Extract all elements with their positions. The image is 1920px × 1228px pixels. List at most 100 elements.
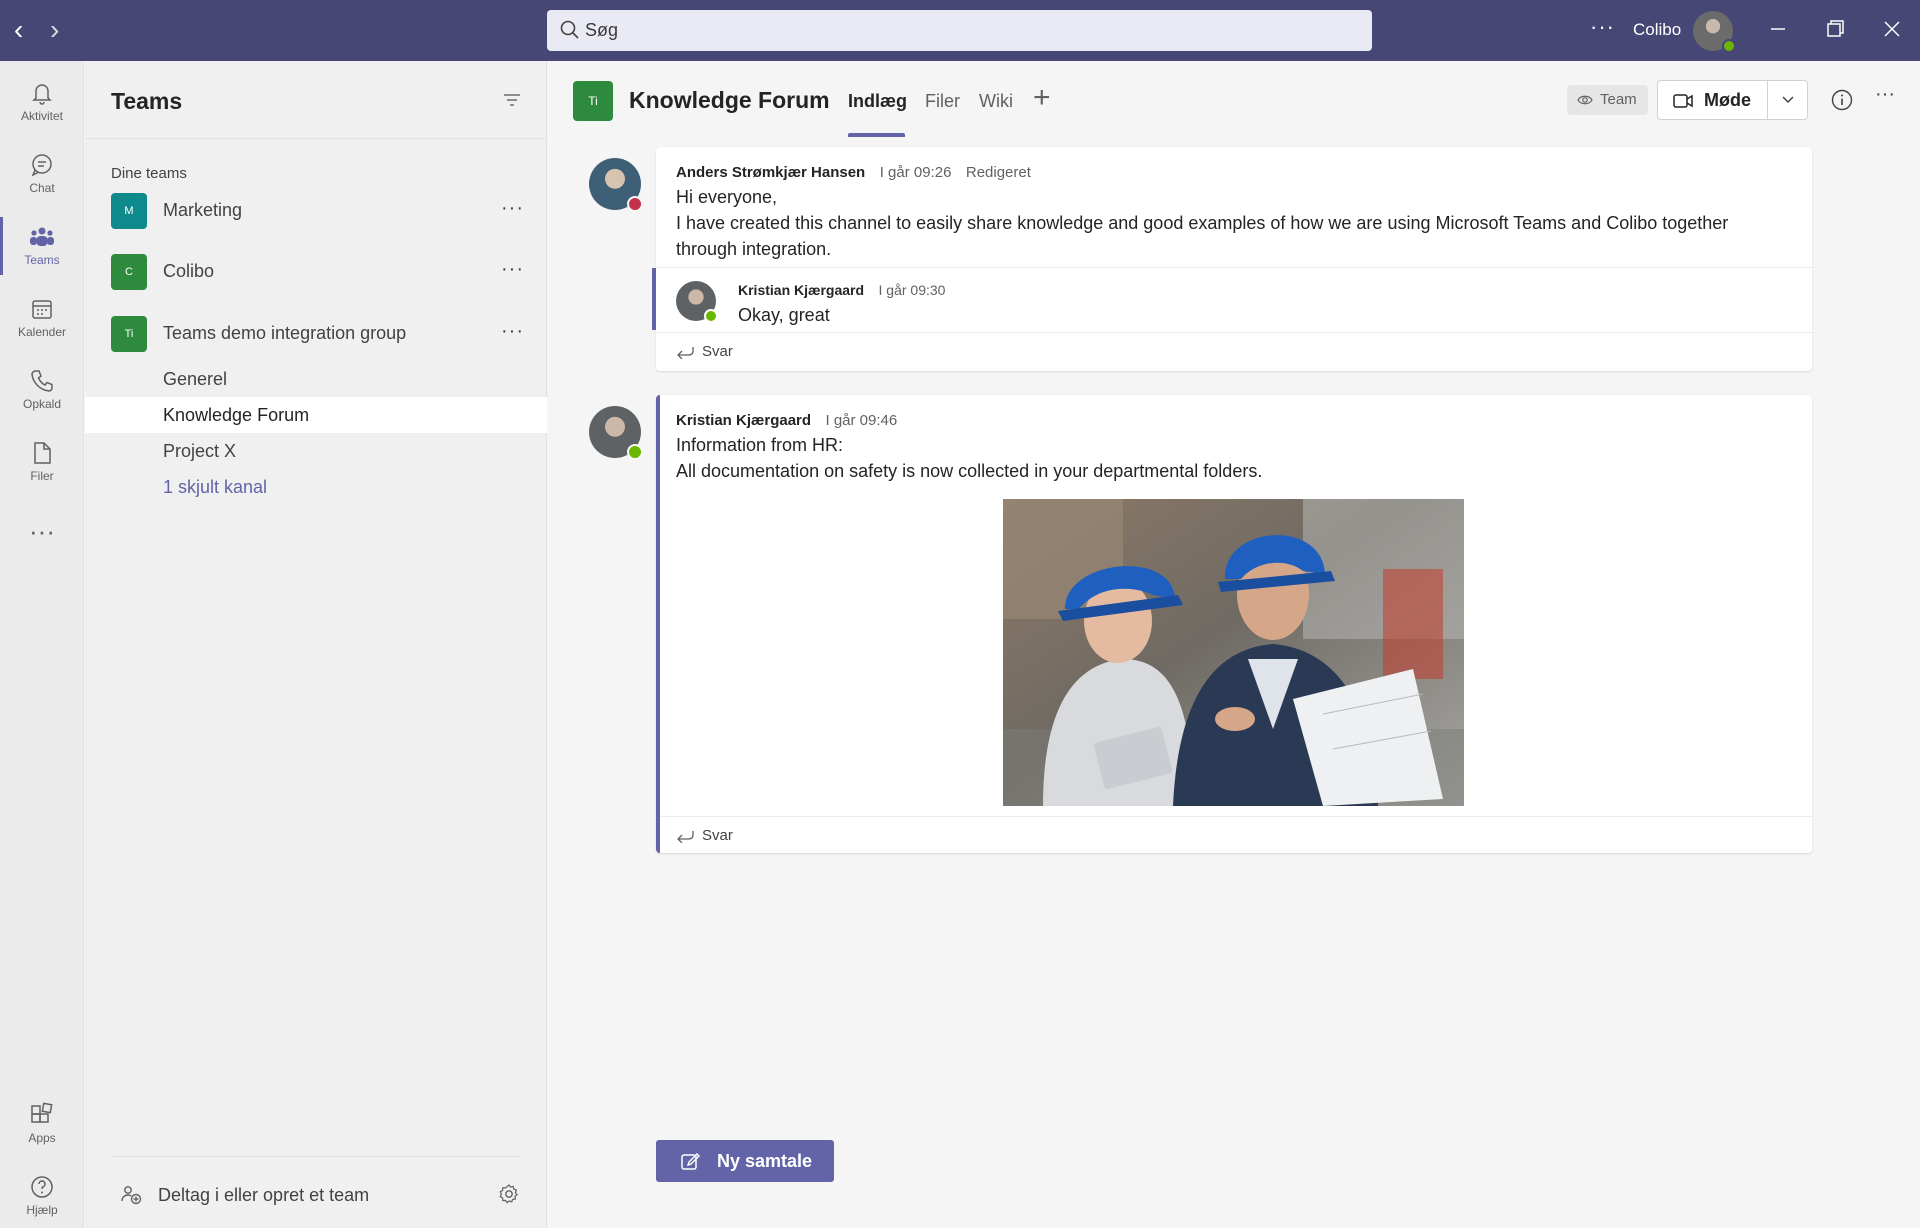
phone-icon (31, 370, 53, 392)
team-item-marketing[interactable]: M Marketing ··· (85, 185, 547, 237)
reply-arrow-icon (677, 831, 694, 844)
divider (660, 816, 1812, 817)
reply-author[interactable]: Kristian Kjærgaard (738, 282, 864, 298)
gear-icon[interactable] (497, 1182, 521, 1206)
rail-item-help[interactable]: Hjælp (0, 1163, 84, 1228)
forward-arrow-icon[interactable]: › (50, 14, 59, 46)
close-icon[interactable] (1877, 14, 1907, 44)
reply-button[interactable]: Svar (676, 827, 733, 844)
new-conversation-label: Ny samtale (717, 1151, 813, 1171)
avatar[interactable] (1693, 11, 1736, 53)
message-thread: Kristian Kjærgaard I går 09:46 Informati… (656, 395, 1812, 853)
hidden-channels-link[interactable]: 1 skjult kanal (85, 469, 547, 505)
divider (656, 267, 1812, 268)
channel-name: Generel (163, 369, 228, 389)
tab-posts[interactable]: Indlæg (848, 91, 907, 112)
message-line: I have created this channel to easily sh… (676, 213, 1729, 259)
teams-pane: Teams Dine teams M Marketing ··· C Colib… (85, 61, 547, 1228)
team-avatar: C (111, 254, 147, 290)
meet-dropdown-button[interactable] (1767, 80, 1808, 120)
message-timestamp: I går 09:46 (825, 412, 898, 429)
rail-item-teams[interactable]: Teams (0, 213, 84, 279)
more-options-icon[interactable]: ··· (501, 197, 524, 220)
join-or-create-team-button[interactable]: Deltag i eller opret et team (85, 1172, 547, 1216)
tab-wiki[interactable]: Wiki (979, 91, 1013, 112)
message-body: Information from HR: All documentation o… (676, 432, 1791, 484)
message-header: Anders Strømkjær Hansen I går 09:26 Redi… (676, 164, 1031, 182)
rail-label: Filer (30, 469, 54, 483)
search-icon (560, 20, 579, 39)
status-busy-icon (627, 196, 643, 212)
chat-icon (31, 154, 52, 177)
divider (111, 1156, 521, 1157)
reply-button[interactable]: Svar (676, 343, 733, 360)
divider (85, 138, 547, 139)
meet-button[interactable]: Møde (1657, 80, 1768, 120)
rail-item-chat[interactable]: Chat (0, 141, 84, 207)
more-options-icon[interactable]: ··· (501, 258, 524, 281)
more-apps-icon[interactable]: ··· (0, 516, 84, 547)
status-available-icon (1722, 39, 1736, 53)
file-icon (34, 442, 51, 464)
search-placeholder: Søg (585, 20, 619, 40)
team-name: Marketing (163, 200, 243, 220)
channel-name: 1 skjult kanal (163, 477, 268, 497)
avatar[interactable] (589, 406, 643, 460)
back-arrow-icon[interactable]: ‹ (14, 14, 23, 46)
rail-item-apps[interactable]: Apps (0, 1091, 84, 1157)
status-available-icon (704, 309, 718, 323)
team-item-demo-integration[interactable]: Ti Teams demo integration group ··· (85, 308, 547, 360)
message-author[interactable]: Anders Strømkjær Hansen (676, 164, 865, 181)
team-visibility-badge[interactable]: Team (1567, 85, 1648, 115)
channel-item-generel[interactable]: Generel (85, 361, 547, 397)
channel-item-project-x[interactable]: Project X (85, 433, 547, 469)
team-badge-label: Team (1600, 91, 1637, 108)
rail-label: Opkald (22, 397, 62, 411)
restore-icon[interactable] (1820, 14, 1850, 44)
reply-timestamp: I går 09:30 (878, 282, 946, 298)
avatar[interactable] (589, 158, 643, 212)
reply-accent-bar (652, 268, 656, 330)
rail-item-files[interactable]: Filer (0, 429, 84, 495)
new-conversation-button[interactable]: Ny samtale (656, 1140, 834, 1182)
message-header: Kristian Kjærgaard I går 09:46 (676, 412, 897, 430)
reply-arrow-icon (677, 347, 694, 360)
edited-label: Redigeret (965, 164, 1031, 181)
pane-title: Teams (111, 88, 183, 114)
chevron-down-icon (1782, 96, 1794, 104)
meet-label: Møde (1704, 90, 1751, 110)
calendar-icon (32, 300, 52, 319)
add-tab-icon[interactable]: + (1033, 81, 1051, 115)
channel-item-knowledge-forum[interactable]: Knowledge Forum (85, 397, 547, 433)
reply-label: Svar (702, 827, 733, 844)
tab-files[interactable]: Filer (925, 91, 960, 112)
rail-label: Apps (28, 1131, 56, 1145)
more-options-icon[interactable]: ··· (1875, 83, 1895, 106)
team-item-colibo[interactable]: C Colibo ··· (85, 246, 547, 298)
eye-icon (1577, 95, 1593, 105)
page-title: Knowledge Forum (629, 87, 830, 113)
reply-label: Svar (702, 343, 733, 360)
info-icon[interactable] (1830, 88, 1854, 112)
team-avatar: Ti (111, 316, 147, 352)
rail-label: Chat (29, 181, 55, 195)
message-author[interactable]: Kristian Kjærgaard (676, 412, 811, 429)
more-options-icon[interactable]: ··· (501, 320, 524, 343)
avatar[interactable] (676, 281, 718, 323)
bell-icon (32, 84, 52, 105)
message-thread: Anders Strømkjær Hansen I går 09:26 Redi… (652, 147, 1812, 371)
filter-icon[interactable] (501, 89, 523, 111)
video-camera-icon (1673, 94, 1693, 108)
more-options-icon[interactable]: ··· (1590, 14, 1615, 40)
channel-name: Project X (163, 441, 237, 461)
search-input[interactable]: Søg (547, 10, 1372, 51)
safety-workers-photo[interactable] (1003, 499, 1464, 806)
message-body: Hi everyone, I have created this channel… (676, 184, 1791, 262)
minimize-icon[interactable] (1763, 14, 1793, 44)
rail-item-calls[interactable]: Opkald (0, 357, 84, 423)
rail-item-activity[interactable]: Aktivitet (0, 69, 84, 135)
team-avatar: M (111, 193, 147, 229)
rail-item-calendar[interactable]: Kalender (0, 285, 84, 351)
message-line: Hi everyone, (676, 187, 778, 207)
rail-label: Hjælp (26, 1203, 58, 1217)
